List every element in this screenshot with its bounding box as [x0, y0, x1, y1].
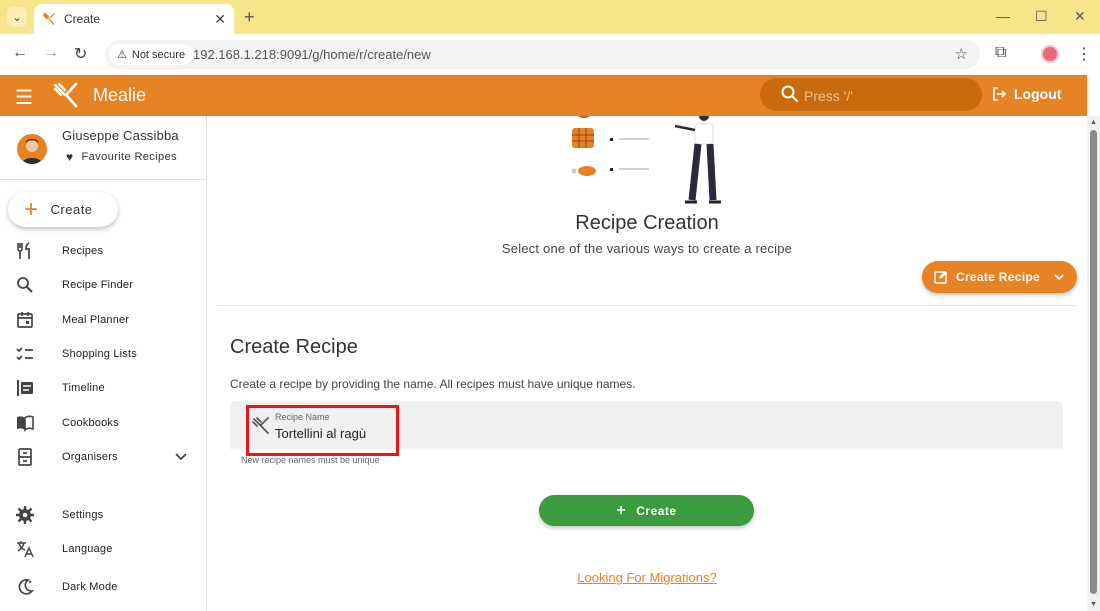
tab-list-button[interactable]: ⌄ — [7, 7, 27, 27]
minimize-icon[interactable]: — — [996, 8, 1010, 24]
security-label: Not secure — [131, 48, 186, 61]
main-content: Recipe Creation Select one of the variou… — [207, 116, 1087, 611]
section-divider — [217, 305, 1077, 306]
create-button[interactable]: + Create — [539, 495, 754, 526]
moon-icon — [15, 577, 35, 597]
extensions-icon[interactable]: ⧉ — [995, 44, 1006, 62]
browser-profile-avatar[interactable] — [1041, 45, 1059, 63]
menu-icon[interactable]: ☰ — [15, 85, 33, 110]
recipe-creation-illustration — [571, 116, 721, 204]
logout-button[interactable]: Logout — [992, 86, 1061, 102]
avatar[interactable] — [17, 134, 47, 164]
mealie-logo-icon[interactable] — [52, 81, 80, 109]
sidebar-item-label: Cookbooks — [62, 417, 119, 429]
sidebar-create-button[interactable]: + Create — [8, 192, 118, 227]
search-input[interactable]: Press '/' — [760, 78, 982, 111]
sidebar-item-recipes[interactable]: Recipes — [0, 234, 207, 268]
timeline-icon — [15, 378, 35, 398]
section-title: Create Recipe — [230, 336, 358, 358]
search-icon — [781, 85, 799, 103]
plus-icon: + — [24, 195, 39, 223]
sidebar-item-language[interactable]: Language — [0, 532, 207, 566]
sidebar-item-label: Organisers — [62, 451, 118, 463]
sidebar-item-label: Dark Mode — [62, 581, 118, 593]
close-window-icon[interactable]: ✕ — [1074, 8, 1086, 25]
chevron-down-icon[interactable] — [175, 450, 187, 464]
migrations-link[interactable]: Looking For Migrations? — [207, 570, 1087, 585]
search-icon — [15, 275, 35, 295]
sidebar-item-cookbooks[interactable]: Cookbooks — [0, 406, 207, 440]
scrollbar[interactable]: ▲ ▼ — [1087, 116, 1100, 611]
scroll-up-icon[interactable]: ▲ — [1090, 119, 1097, 126]
sidebar-item-label: Recipes — [62, 245, 104, 257]
browser-menu-icon[interactable]: ⋮ — [1076, 44, 1092, 64]
warning-icon: ⚠ — [117, 49, 127, 61]
sidebar-item-label: Language — [62, 543, 113, 555]
create-button-label: Create — [636, 503, 677, 518]
new-tab-icon[interactable]: + — [244, 7, 255, 28]
chevron-down-icon — [1054, 273, 1064, 280]
app-header: ☰ Mealie Press '/' Logout — [0, 75, 1087, 116]
scroll-thumb[interactable] — [1090, 130, 1097, 594]
mealie-favicon-icon — [43, 13, 55, 25]
file-cabinet-icon — [15, 447, 35, 467]
section-description: Create a recipe by providing the name. A… — [230, 377, 636, 391]
calendar-icon — [15, 310, 35, 330]
sidebar-item-label: Shopping Lists — [62, 348, 137, 360]
logout-icon — [993, 87, 1006, 101]
translate-icon — [15, 539, 35, 559]
scroll-down-icon[interactable]: ▼ — [1090, 601, 1097, 608]
highlight-box — [246, 405, 399, 456]
address-bar[interactable]: ⚠ Not secure 192.168.1.218:9091/g/home/r… — [105, 40, 980, 69]
sidebar-item-timeline[interactable]: Timeline — [0, 371, 207, 405]
plus-icon: + — [616, 501, 627, 519]
bookmark-star-icon[interactable]: ☆ — [955, 45, 968, 63]
browser-toolbar: ← → ↻ ⚠ Not secure 192.168.1.218:9091/g/… — [0, 34, 1100, 74]
sidebar-item-label: Recipe Finder — [62, 279, 134, 291]
reload-icon[interactable]: ↻ — [74, 44, 87, 64]
close-tab-icon[interactable]: ✕ — [214, 11, 226, 28]
browser-tab-create[interactable]: Create ✕ — [34, 4, 234, 34]
page-title: Recipe Creation — [575, 212, 719, 234]
sidebar-item-label: Meal Planner — [62, 314, 130, 326]
heart-icon: ♥ — [66, 150, 74, 164]
forward-icon[interactable]: → — [43, 44, 59, 62]
security-chip[interactable]: ⚠ Not secure — [109, 44, 194, 65]
gear-icon — [15, 505, 35, 525]
sidebar-item-dark-mode[interactable]: Dark Mode — [0, 570, 207, 604]
tab-title: Create — [64, 12, 101, 26]
sidebar-item-label: Settings — [62, 509, 104, 521]
book-icon — [15, 413, 35, 433]
create-label: Create — [50, 202, 93, 217]
sidebar-item-label: Timeline — [62, 382, 105, 394]
create-recipe-label: Create Recipe — [956, 270, 1040, 284]
sidebar-item-recipe-finder[interactable]: Recipe Finder — [0, 268, 207, 302]
create-recipe-menu-button[interactable]: Create Recipe — [922, 261, 1077, 293]
sidebar: Giuseppe Cassibba ♥ Favourite Recipes + … — [0, 116, 207, 611]
back-icon[interactable]: ← — [12, 44, 28, 62]
brand-name[interactable]: Mealie — [93, 85, 146, 106]
favourite-recipes-link[interactable]: ♥ Favourite Recipes — [66, 150, 177, 164]
search-placeholder: Press '/' — [804, 88, 853, 104]
checklist-icon — [15, 344, 35, 364]
maximize-icon[interactable]: ☐ — [1035, 8, 1048, 25]
sidebar-item-settings[interactable]: Settings — [0, 498, 207, 532]
logout-label: Logout — [1014, 86, 1062, 102]
fork-knife-icon — [15, 241, 35, 261]
sidebar-item-shopping-lists[interactable]: Shopping Lists — [0, 337, 207, 371]
url-text[interactable]: 192.168.1.218:9091/g/home/r/create/new — [193, 47, 431, 62]
sidebar-divider — [0, 179, 207, 180]
browser-tab-strip: ⌄ Create ✕ + — ☐ ✕ — [0, 0, 1100, 34]
sidebar-item-organisers[interactable]: Organisers — [0, 440, 207, 474]
page-subtitle: Select one of the various ways to create… — [501, 241, 793, 256]
favourites-label: Favourite Recipes — [81, 151, 177, 163]
edit-icon — [934, 271, 947, 284]
field-hint: New recipe names must be unique — [241, 455, 380, 465]
user-name: Giuseppe Cassibba — [62, 128, 179, 143]
sidebar-item-meal-planner[interactable]: Meal Planner — [0, 303, 207, 337]
